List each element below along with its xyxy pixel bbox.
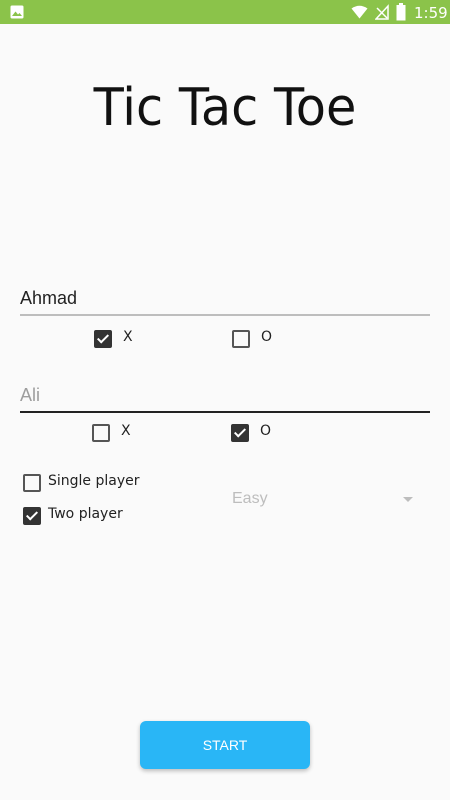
difficulty-value: Easy [232, 490, 268, 507]
signal-icon [375, 4, 389, 20]
status-bar: 1:59 [0, 0, 450, 24]
two-player-checkbox[interactable] [23, 507, 41, 525]
image-icon [10, 5, 24, 19]
player2-x-label: X [121, 423, 131, 439]
player1-x-label: X [123, 329, 133, 345]
player1-o-checkbox[interactable] [232, 330, 250, 348]
battery-icon [396, 3, 406, 21]
player2-o-checkbox[interactable] [231, 424, 249, 442]
single-player-checkbox[interactable] [23, 474, 41, 492]
player1-o-label: O [261, 329, 273, 345]
app-title: Tic Tac Toe [93, 78, 357, 138]
status-time: 1:59 [414, 4, 448, 22]
player1-x-checkbox[interactable] [94, 330, 112, 348]
player2-o-label: O [260, 423, 272, 439]
player2-x-checkbox[interactable] [92, 424, 110, 442]
wifi-icon [351, 5, 368, 19]
difficulty-dropdown[interactable]: Easy [232, 488, 418, 512]
two-player-label: Two player [48, 506, 123, 522]
player2-name-input[interactable]: Ali [20, 381, 430, 413]
dropdown-arrow-icon [403, 497, 413, 502]
single-player-label: Single player [48, 473, 140, 489]
start-button[interactable]: START [140, 721, 310, 769]
player1-name-input[interactable]: Ahmad [20, 284, 430, 316]
